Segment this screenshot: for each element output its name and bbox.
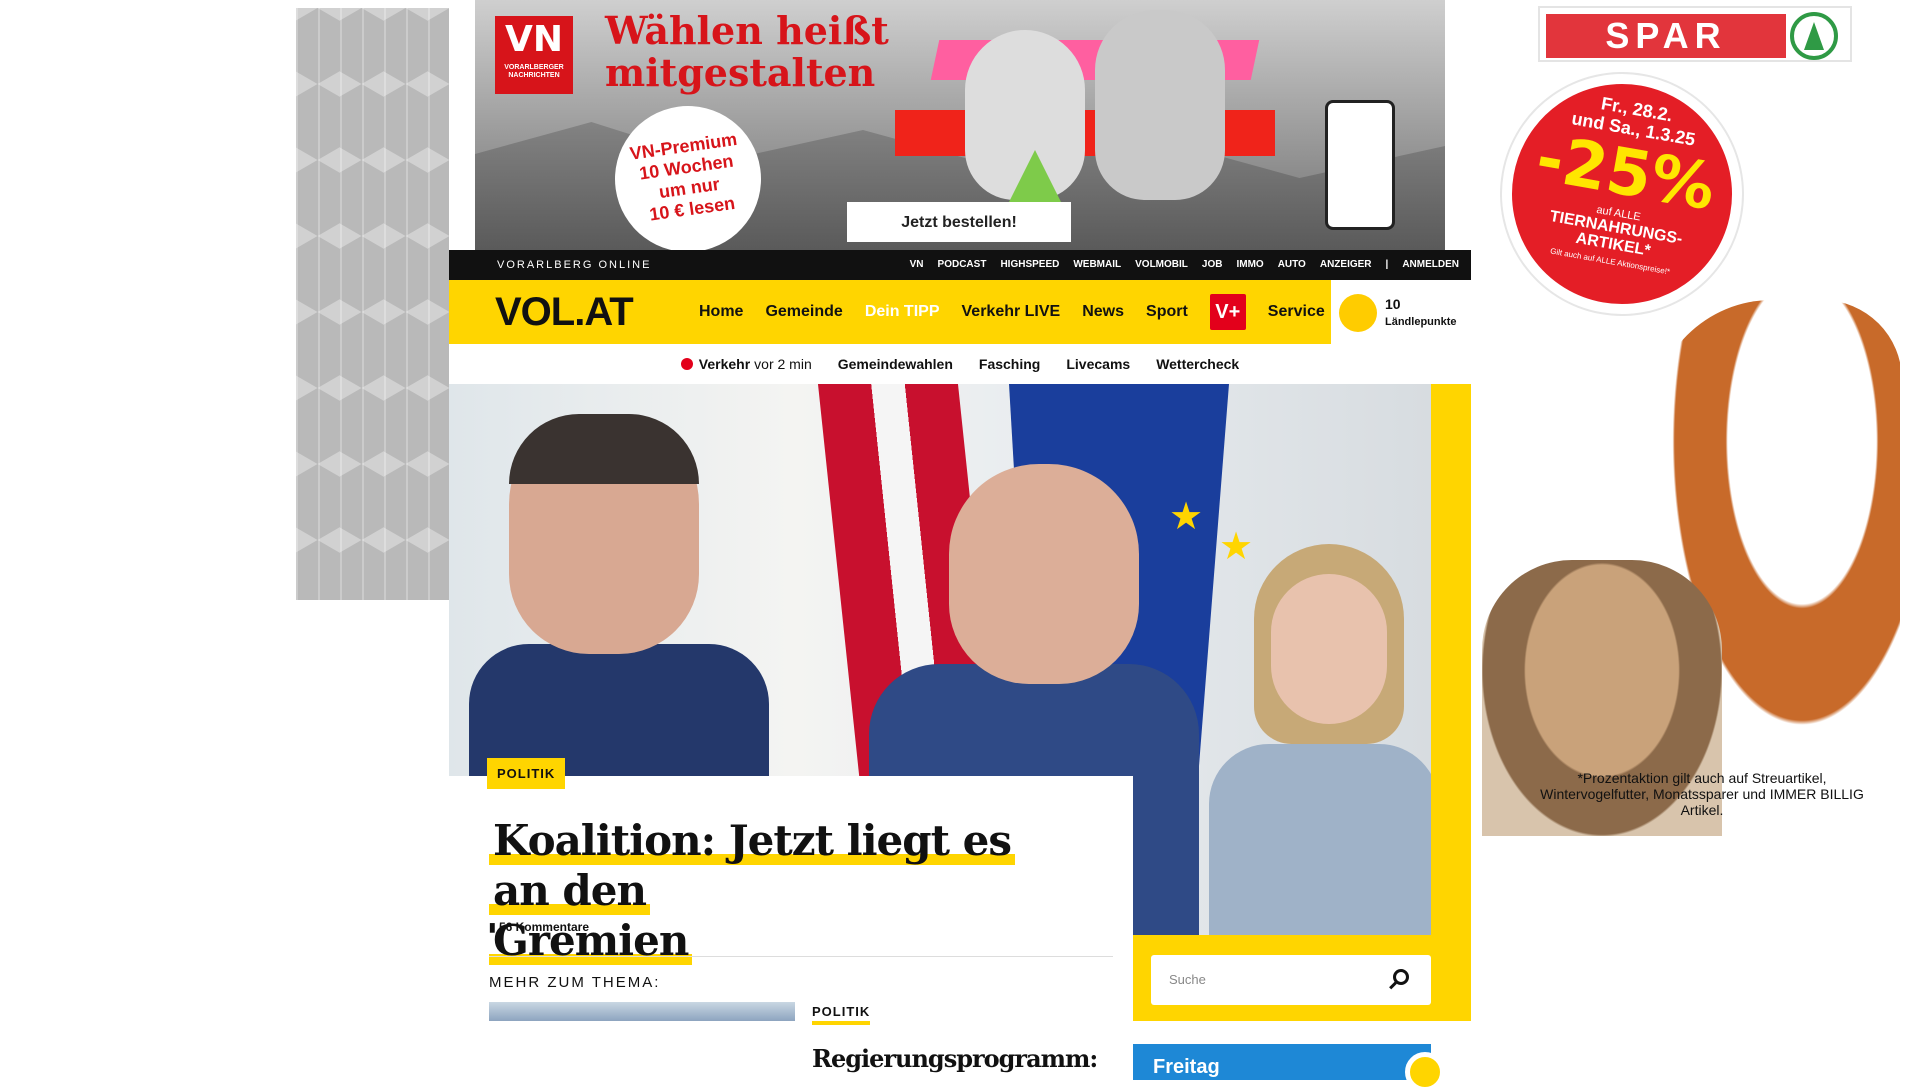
sun-icon — [1405, 1052, 1445, 1092]
vn-logo: VN VORARLBERGER NACHRICHTEN — [495, 16, 573, 94]
network-bar: VORARLBERG ONLINE VN PODCAST HIGHSPEED W… — [449, 250, 1471, 280]
subnav-item-fasching[interactable]: Fasching — [979, 356, 1040, 372]
hero-headline[interactable]: Koalition: Jetzt liegt es an den Gremien — [489, 816, 1079, 966]
headline-line1: Koalition: Jetzt liegt es an den — [489, 816, 1016, 915]
spar-logo: SPAR — [1538, 6, 1852, 62]
newspaper-device-image — [1325, 100, 1395, 230]
site-logo[interactable]: VOL.AT — [495, 280, 634, 344]
subnav-item-wettercheck[interactable]: Wettercheck — [1156, 356, 1239, 372]
related-category[interactable]: POLITIK — [812, 1004, 871, 1025]
nav-item-home[interactable]: Home — [699, 303, 743, 321]
collage-triangle — [1005, 150, 1065, 210]
banner-headline-line2: mitgestalten — [605, 50, 876, 95]
related-article-thumbnail[interactable] — [489, 1002, 795, 1021]
order-now-button[interactable]: Jetzt bestellen! — [847, 202, 1071, 242]
divider — [489, 956, 1113, 957]
network-link-webmail[interactable]: WEBMAIL — [1073, 250, 1121, 280]
spar-logo-text: SPAR — [1546, 14, 1786, 58]
main-navigation: VOL.AT Home Gemeinde Dein TIPP Verkehr L… — [449, 280, 1471, 344]
comment-count[interactable]: ▮ 56 Kommentare — [489, 920, 589, 934]
collage-face — [1095, 10, 1225, 200]
network-link-vn[interactable]: VN — [910, 250, 924, 280]
verkehr-label: Verkehr — [698, 356, 751, 372]
nav-item-service[interactable]: Service — [1268, 303, 1325, 321]
network-brand: VORARLBERG ONLINE — [497, 259, 652, 271]
laendlepunkte-widget[interactable]: 10 Ländlepunkte — [1331, 280, 1471, 344]
login-link[interactable]: ANMELDEN — [1402, 250, 1459, 280]
banner-headline-line1: Wählen heißt — [605, 8, 889, 53]
spar-skyscraper-ad[interactable]: SPAR Fr., 28.2. und Sa., 1.3.25 -25% auf… — [1482, 0, 1900, 836]
nav-item-dein-tipp[interactable]: Dein TIPP — [865, 303, 940, 321]
nav-item-gemeinde[interactable]: Gemeinde — [765, 303, 842, 321]
person-right — [1209, 544, 1431, 935]
live-dot-icon — [680, 358, 693, 370]
vn-logo-text: VN — [505, 19, 563, 60]
banner-headline: Wählen heißt mitgestalten — [605, 10, 889, 94]
spar-tree-icon — [1790, 12, 1838, 60]
related-article-title[interactable]: Regierungsprogramm: — [812, 1044, 1098, 1073]
comment-icon: ▮ — [489, 920, 496, 934]
search-panel: Suche — [1133, 935, 1471, 1021]
network-link-immo[interactable]: IMMO — [1236, 250, 1263, 280]
spar-footnote: *Prozentaktion gilt auch auf Streuartike… — [1540, 770, 1864, 818]
network-link-volmobil[interactable]: VOLMOBIL — [1135, 250, 1188, 280]
banner-collage-image — [895, 10, 1275, 210]
left-skyscraper-ad[interactable] — [296, 8, 449, 600]
search-input[interactable]: Suche — [1151, 955, 1431, 1005]
mountain-sun-icon — [1339, 294, 1377, 332]
network-links: VN PODCAST HIGHSPEED WEBMAIL VOLMOBIL JO… — [910, 250, 1459, 280]
points-label: Ländlepunkte — [1385, 316, 1457, 328]
hero-section: ★ ★ POLITIK Koalition: Jetzt liegt es an… — [449, 384, 1471, 1025]
nav-item-sport[interactable]: Sport — [1146, 303, 1188, 321]
sub-navigation: Verkehr vor 2 min Gemeindewahlen Fasching… — [449, 344, 1471, 384]
verkehr-ticker[interactable]: Verkehr vor 2 min — [680, 356, 812, 372]
network-link-auto[interactable]: AUTO — [1278, 250, 1306, 280]
subnav-item-livecams[interactable]: Livecams — [1066, 356, 1130, 372]
nav-item-verkehr-live[interactable]: Verkehr LIVE — [962, 303, 1061, 321]
network-link-anzeiger[interactable]: ANZEIGER — [1320, 250, 1372, 280]
nav-items: Home Gemeinde Dein TIPP Verkehr LIVE New… — [699, 280, 1325, 344]
comment-count-label: 56 Kommentare — [498, 920, 589, 934]
search-placeholder: Suche — [1169, 972, 1206, 987]
weather-widget[interactable]: Freitag — [1133, 1044, 1445, 1092]
hero-article-card[interactable]: POLITIK Koalition: Jetzt liegt es an den… — [449, 758, 1133, 1025]
search-icon[interactable] — [1393, 969, 1409, 985]
discount-badge: Fr., 28.2. und Sa., 1.3.25 -25% auf ALLE… — [1482, 54, 1762, 334]
nav-item-news[interactable]: News — [1082, 303, 1124, 321]
vn-banner-ad[interactable]: VN VORARLBERGER NACHRICHTEN Wählen heißt… — [475, 0, 1445, 250]
more-on-topic-label: MEHR ZUM THEMA: — [489, 974, 661, 991]
vn-logo-subtext: VORARLBERGER NACHRICHTEN — [504, 64, 564, 79]
vplus-button[interactable]: V+ — [1209, 294, 1246, 330]
subnav-item-gemeindewahlen[interactable]: Gemeindewahlen — [838, 356, 953, 372]
verkehr-time: vor 2 min — [754, 356, 812, 372]
network-link-podcast[interactable]: PODCAST — [938, 250, 987, 280]
network-link-separator: | — [1385, 259, 1389, 270]
network-link-job[interactable]: JOB — [1202, 250, 1223, 280]
weather-day: Freitag — [1153, 1056, 1220, 1078]
network-link-highspeed[interactable]: HIGHSPEED — [1000, 250, 1059, 280]
points-value: 10 — [1385, 296, 1401, 312]
category-badge[interactable]: POLITIK — [487, 758, 566, 789]
